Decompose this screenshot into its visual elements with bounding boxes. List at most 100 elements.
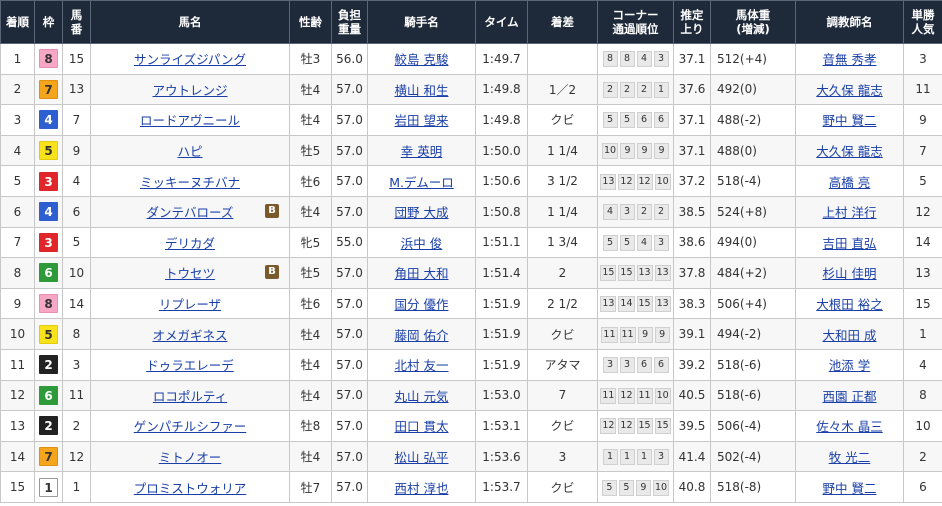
- trainer-name-link[interactable]: 音無 秀孝: [823, 52, 877, 67]
- jockey-name-link[interactable]: 角田 大和: [395, 266, 449, 281]
- trainer-name-link[interactable]: 佐々木 晶三: [816, 419, 882, 434]
- header-sexage: 性齢: [289, 0, 332, 44]
- jockey-cell: 浜中 俊: [367, 226, 476, 259]
- rank-cell: 8: [0, 257, 35, 289]
- header-jockey: 騎手名: [367, 0, 476, 44]
- jockey-name-link[interactable]: 浜中 俊: [401, 236, 442, 251]
- corner-position: 6: [636, 112, 652, 129]
- horse-name-link[interactable]: ロコポルティ: [153, 389, 227, 404]
- horse-name-link[interactable]: トウセツ: [165, 266, 215, 281]
- corner-cell: 4322: [597, 195, 674, 228]
- trainer-name-link[interactable]: 大久保 龍志: [816, 144, 882, 159]
- jockey-name-link[interactable]: 団野 大成: [395, 205, 449, 220]
- margin-cell: 2 1/2: [527, 287, 598, 320]
- jockey-name-link[interactable]: 国分 優作: [395, 297, 449, 312]
- popularity-cell: 10: [903, 410, 942, 442]
- corner-position: 13: [654, 296, 671, 313]
- time-cell: 1:53.1: [475, 410, 528, 442]
- jockey-name-link[interactable]: 幸 英明: [401, 144, 442, 159]
- sexage-cell: 牡7: [289, 471, 332, 503]
- horse-name-link[interactable]: サンライズジパング: [134, 52, 246, 67]
- corner-positions: 12 12 15 15: [599, 417, 671, 435]
- corner-position: 13: [600, 296, 617, 313]
- jockey-name-link[interactable]: 藤岡 佑介: [395, 328, 449, 343]
- corner-cell: 13 12 12 10: [597, 165, 674, 197]
- horse-name-link[interactable]: アウトレンジ: [152, 83, 227, 98]
- trainer-cell: 野中 賢二: [795, 471, 904, 503]
- trainer-name-link[interactable]: 大久保 龍志: [816, 83, 882, 98]
- corner-position: 3: [653, 51, 669, 68]
- bodyweight-cell: 488(-2): [710, 104, 796, 136]
- umaban-cell: 9: [62, 134, 91, 167]
- umaban-cell: 12: [62, 440, 91, 473]
- jockey-name-link[interactable]: 鮫島 克駿: [395, 52, 449, 67]
- horse-name-link[interactable]: ドゥラエレーデ: [146, 358, 234, 373]
- horse-name-link[interactable]: ミトノオー: [159, 450, 222, 465]
- corner-position: 6: [653, 112, 669, 129]
- trainer-name-link[interactable]: 池添 学: [829, 358, 870, 373]
- trainer-name-link[interactable]: 野中 賢二: [823, 481, 877, 496]
- trainer-name-link[interactable]: 牧 光二: [829, 450, 870, 465]
- header-weight: 負担 重量: [331, 0, 368, 44]
- corner-position: 9: [637, 326, 653, 343]
- corner-position: 1: [653, 81, 669, 98]
- trainer-cell: 上村 洋行: [795, 195, 904, 228]
- race-results-table: 着順 枠 馬番 馬名 性齢 負担 重量 騎手名 タイム 着差 コーナー 通過順位 推…: [0, 0, 942, 503]
- horse-name-link[interactable]: ハピ: [177, 144, 202, 159]
- time-cell: 1:51.1: [475, 226, 528, 259]
- horse-name-link[interactable]: オメガギネス: [152, 328, 227, 343]
- rank-cell: 10: [0, 318, 35, 350]
- time-cell: 1:51.4: [475, 257, 528, 289]
- jockey-name-link[interactable]: 北村 友一: [395, 358, 449, 373]
- jockey-name-link[interactable]: M.デムーロ: [389, 175, 454, 190]
- weight-cell: 57.0: [331, 257, 368, 289]
- corner-position: 1: [602, 449, 618, 466]
- popularity-cell: 1: [903, 318, 942, 350]
- trainer-name-link[interactable]: 吉田 直弘: [823, 236, 877, 251]
- popularity-cell: 14: [903, 226, 942, 259]
- umaban-cell: 8: [62, 318, 91, 350]
- trainer-name-link[interactable]: 野中 賢二: [823, 113, 877, 128]
- horse-name-link[interactable]: デリカダ: [165, 236, 215, 251]
- last-cell: 37.1: [673, 104, 711, 136]
- trainer-name-link[interactable]: 大和田 成: [823, 328, 877, 343]
- jockey-name-link[interactable]: 松山 弘平: [395, 450, 449, 465]
- weight-cell: 57.0: [331, 471, 368, 503]
- trainer-name-link[interactable]: 杉山 佳明: [823, 266, 877, 281]
- trainer-name-link[interactable]: 高橋 亮: [829, 175, 870, 190]
- weight-cell: 57.0: [331, 410, 368, 442]
- horse-name-link[interactable]: ミッキーヌチバナ: [140, 175, 240, 190]
- trainer-name-link[interactable]: 大根田 裕之: [816, 297, 882, 312]
- horse-name-link[interactable]: ダンテバローズ: [147, 205, 234, 220]
- table-row: 11 2 3 ドゥラエレーデ 牡4 57.0 北村 友一 1:51.9 アタマ 3 3 6 6 39.2 5…: [0, 348, 942, 381]
- horse-name-link[interactable]: ロードアヴニール: [140, 113, 240, 128]
- corner-position: 9: [620, 143, 636, 160]
- horse-name-link[interactable]: リプレーザ: [159, 297, 221, 312]
- trainer-name-link[interactable]: 上村 洋行: [823, 205, 877, 220]
- umaban-cell: 7: [62, 104, 91, 136]
- umaban-cell: 11: [62, 379, 91, 412]
- weight-cell: 57.0: [331, 287, 368, 320]
- weight-cell: 56.0: [331, 43, 368, 75]
- popularity-cell: 6: [903, 471, 942, 503]
- waku-badge: 7: [39, 447, 58, 467]
- margin-cell: 1 1/4: [527, 195, 598, 228]
- corner-cell: 8843: [597, 43, 674, 75]
- jockey-name-link[interactable]: 横山 和生: [395, 83, 449, 98]
- jockey-name-link[interactable]: 田口 貫太: [395, 419, 449, 434]
- margin-cell: 1 1/4: [527, 134, 598, 167]
- jockey-name-link[interactable]: 岩田 望来: [395, 113, 449, 128]
- corner-position: 15: [636, 418, 653, 435]
- sexage-cell: 牡4: [289, 379, 332, 412]
- horse-cell: アウトレンジ: [90, 73, 290, 106]
- popularity-cell: 9: [903, 104, 942, 136]
- popularity-cell: 4: [903, 348, 942, 381]
- horse-name-link[interactable]: プロミストウォリア: [134, 481, 247, 496]
- trainer-name-link[interactable]: 西園 正都: [823, 389, 877, 404]
- jockey-name-link[interactable]: 丸山 元気: [395, 389, 449, 404]
- jockey-name-link[interactable]: 西村 淳也: [395, 481, 449, 496]
- corner-position: 12: [618, 173, 635, 190]
- horse-name-link[interactable]: ゲンパチルシファー: [134, 419, 247, 434]
- bodyweight-cell: 506(-4): [710, 410, 796, 442]
- horse-cell: プロミストウォリア: [90, 471, 290, 503]
